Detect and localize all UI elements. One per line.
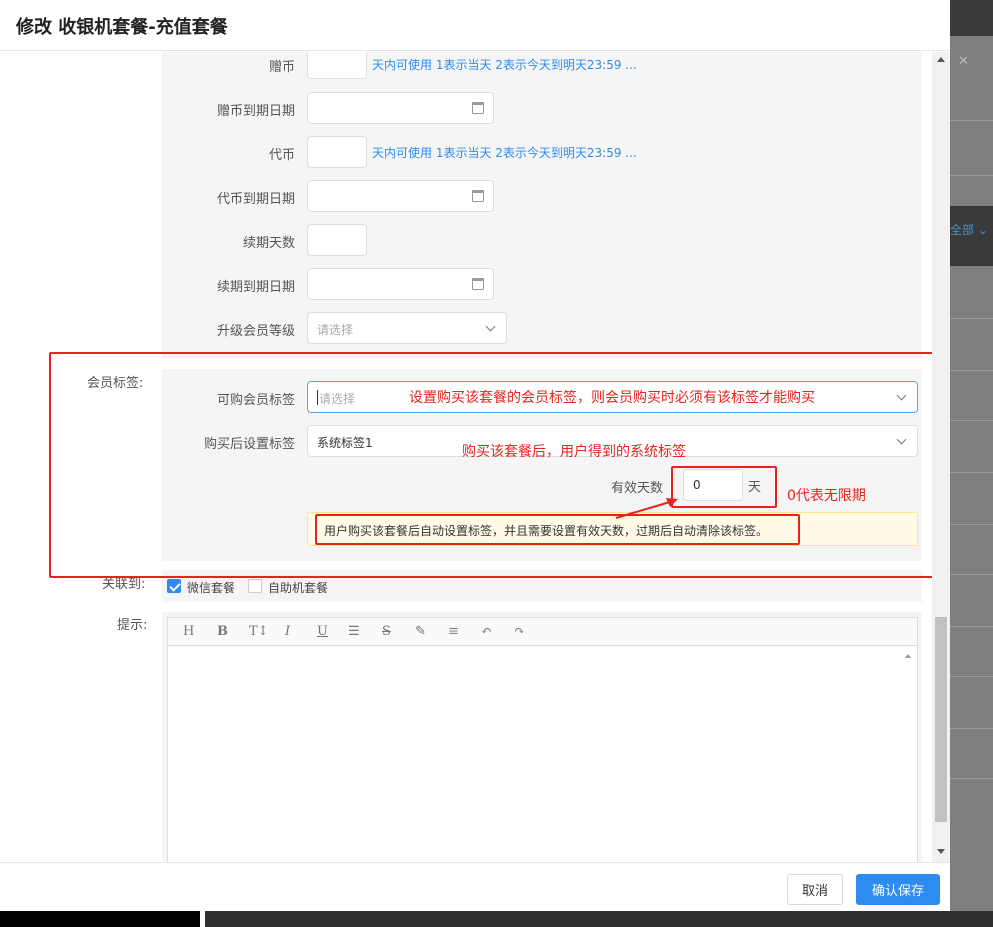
bold-icon[interactable]: B <box>217 624 228 639</box>
modal-header: 修改 收银机套餐-充值套餐 <box>0 0 950 51</box>
background-footer-right <box>205 911 993 927</box>
edit-package-modal: 修改 收银机套餐-充值套餐 赠币 天内可使用 1表示当天 2表示今天到明天23:… <box>0 0 950 911</box>
chevron-down-icon <box>485 321 496 332</box>
underline-icon[interactable]: U <box>317 624 328 639</box>
gift-coin-hint: 天内可使用 1表示当天 2表示今天到明天23:59 ... <box>372 58 637 72</box>
background-divider <box>950 120 993 121</box>
background-divider <box>950 420 993 421</box>
modal-title: 修改 收银机套餐-充值套餐 <box>16 17 228 38</box>
background-divider <box>950 778 993 779</box>
upgrade-level-label: 升级会员等级 <box>216 324 295 339</box>
save-button[interactable]: 确认保存 <box>856 874 940 905</box>
editor-toolbar: H B T↕ I U ☰ S ✎ ≡ ↶ ↷ <box>168 618 917 646</box>
cancel-button[interactable]: 取消 <box>787 874 843 905</box>
background-divider <box>950 574 993 575</box>
annotation-arrow-icon <box>615 498 678 519</box>
text-size-icon[interactable]: T↕ <box>249 624 269 639</box>
renew-days-input[interactable] <box>307 224 367 256</box>
scroll-down-icon[interactable] <box>937 849 945 854</box>
background-divider <box>950 676 993 677</box>
calendar-icon <box>472 278 484 290</box>
token-coin-hint: 天内可使用 1表示当天 2表示今天到明天23:59 ... <box>372 146 637 160</box>
background-divider <box>950 318 993 319</box>
kiosk-package-label: 自助机套餐 <box>268 581 329 595</box>
scroll-up-icon[interactable] <box>937 57 945 62</box>
kiosk-package-checkbox[interactable] <box>248 579 262 593</box>
calendar-icon <box>472 190 484 202</box>
calendar-icon <box>472 102 484 114</box>
renew-days-label: 续期天数 <box>242 236 295 251</box>
wechat-package-label: 微信套餐 <box>187 581 236 595</box>
wechat-package-checkbox[interactable] <box>167 579 181 593</box>
heading-icon[interactable]: H <box>183 624 194 639</box>
tip-label: 提示: <box>117 618 148 633</box>
list-icon[interactable]: ☰ <box>348 624 360 639</box>
editor-scroll-up-icon[interactable] <box>905 654 911 658</box>
pen-icon[interactable]: ✎ <box>415 624 426 639</box>
modal-body: 赠币 天内可使用 1表示当天 2表示今天到明天23:59 ... 赠币到期日期 … <box>0 52 950 862</box>
background-divider <box>950 472 993 473</box>
gift-coin-expiry-datepicker[interactable] <box>307 92 494 124</box>
modal-footer: 取消 确认保存 <box>0 862 950 911</box>
strikethrough-icon[interactable]: S <box>382 624 391 639</box>
rich-text-editor[interactable]: H B T↕ I U ☰ S ✎ ≡ ↶ ↷ <box>167 617 918 862</box>
annotation-purchasable-note: 设置购买该套餐的会员标签，则会员购买时必须有该标签才能购买 <box>409 390 815 406</box>
background-filter-all: 全部 ⌄ <box>950 223 988 237</box>
scroll-thumb[interactable] <box>935 617 947 822</box>
undo-icon[interactable]: ↶ <box>481 624 492 639</box>
modal-scrollbar[interactable] <box>932 52 950 862</box>
background-header <box>950 0 993 36</box>
background-divider <box>950 370 993 371</box>
token-coin-expiry-datepicker[interactable] <box>307 180 494 212</box>
annotation-after-purchase-note: 购买该套餐后，用户得到的系统标签 <box>462 444 686 460</box>
renew-expiry-datepicker[interactable] <box>307 268 494 300</box>
align-icon[interactable]: ≡ <box>448 624 459 639</box>
token-coin-expiry-label: 代币到期日期 <box>216 192 295 207</box>
renew-expiry-label: 续期到期日期 <box>216 280 295 295</box>
redo-icon[interactable]: ↷ <box>514 624 525 639</box>
annotation-zero-note: 0代表无限期 <box>787 488 866 504</box>
gift-coin-expiry-label: 赠币到期日期 <box>216 104 295 119</box>
background-divider <box>950 175 993 176</box>
background-divider <box>950 728 993 729</box>
gift-coin-label: 赠币 <box>268 60 295 75</box>
italic-icon[interactable]: I <box>285 624 290 639</box>
token-coin-days-input[interactable] <box>307 136 367 168</box>
background-close-icon: ✕ <box>958 54 969 69</box>
annotation-valid-days-box <box>671 466 777 508</box>
annotation-warning-box <box>315 514 800 545</box>
background-footer-left <box>0 911 200 927</box>
gift-coin-days-input[interactable] <box>307 52 367 79</box>
background-page <box>950 0 993 927</box>
token-coin-label: 代币 <box>268 148 295 163</box>
background-divider <box>950 524 993 525</box>
upgrade-level-placeholder: 请选择 <box>317 323 354 337</box>
upgrade-level-select[interactable]: 请选择 <box>307 312 507 344</box>
background-divider <box>950 626 993 627</box>
